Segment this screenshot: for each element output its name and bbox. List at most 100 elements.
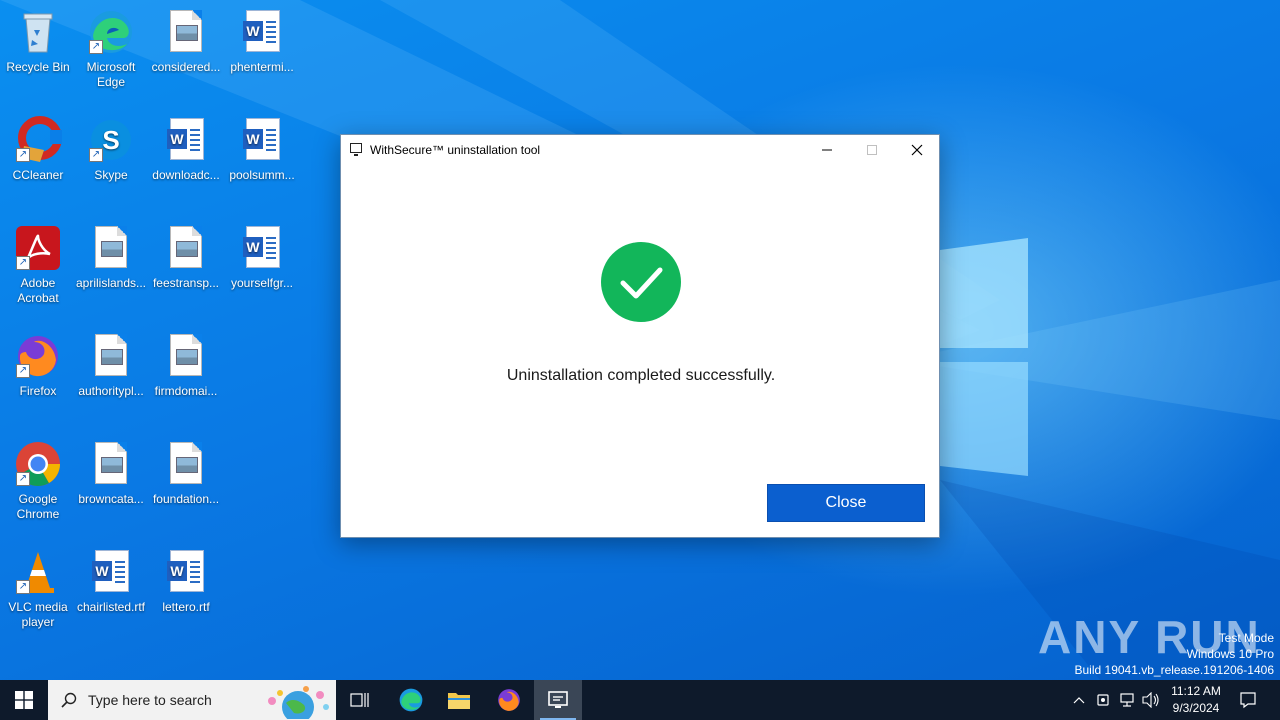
taskbar-withsecure-tool[interactable]	[534, 680, 582, 720]
shortcut-arrow-icon: ↗	[16, 580, 30, 594]
desktop-icon-microsoft-edge[interactable]: ↗ Microsoft Edge	[73, 8, 149, 90]
desktop-icon-word-file[interactable]: W lettero.rtf	[148, 548, 224, 615]
shortcut-arrow-icon: ↗	[16, 256, 30, 270]
edge-icon: ↗	[87, 8, 135, 56]
desktop-icon-firefox[interactable]: ↗ Firefox	[0, 332, 76, 399]
ccleaner-icon: ↗	[14, 116, 62, 164]
search-placeholder: Type here to search	[88, 692, 212, 708]
desktop-icon-label: chairlisted.rtf	[76, 600, 146, 614]
title-close-button[interactable]	[894, 135, 939, 164]
watermark-line: Windows 10 Pro	[1186, 647, 1274, 661]
minimize-icon	[821, 149, 832, 150]
image-file-icon	[87, 332, 135, 380]
show-hidden-icons-button[interactable]	[1068, 680, 1090, 720]
desktop-icon-word-file[interactable]: W downloadc...	[148, 116, 224, 183]
notification-icon	[1240, 692, 1256, 709]
desktop-icon-label: Google Chrome	[16, 492, 60, 521]
desktop-icon-vlc-media-player[interactable]: ↗ VLC media player	[0, 548, 76, 630]
start-button[interactable]	[0, 680, 48, 720]
desktop-icon-ccleaner[interactable]: ↗ CCleaner	[0, 116, 76, 183]
desktop-icon-word-file[interactable]: W poolsumm...	[224, 116, 300, 183]
windows-start-icon	[15, 691, 33, 709]
close-button[interactable]: Close	[767, 484, 925, 522]
firefox-icon: ↗	[14, 332, 62, 380]
maximize-button	[849, 135, 894, 164]
success-checkmark-icon	[601, 242, 681, 322]
word-document-icon: W	[238, 224, 286, 272]
desktop-icon-label: downloadc...	[152, 168, 220, 182]
desktop-icon-label: poolsumm...	[229, 168, 295, 182]
task-view-button[interactable]	[336, 680, 384, 720]
chevron-up-icon	[1073, 697, 1085, 704]
desktop-icon-adobe-acrobat[interactable]: ↗ Adobe Acrobat	[0, 224, 76, 306]
task-view-icon	[350, 693, 369, 707]
image-file-icon	[87, 224, 135, 272]
vlc-cone-icon: ↗	[14, 548, 62, 596]
status-message: Uninstallation completed successfully.	[506, 367, 776, 384]
desktop-icon-label: phentermi...	[230, 60, 294, 74]
desktop-icon-word-file[interactable]: W yourselfgr...	[224, 224, 300, 291]
word-document-icon: W	[238, 116, 286, 164]
speaker-icon	[1142, 692, 1159, 708]
desktop-icon-label: firmdomai...	[154, 384, 218, 398]
google-chrome-icon: ↗	[14, 440, 62, 488]
uninstall-dialog: WithSecure™ uninstallation tool Uninstal…	[340, 134, 940, 538]
firefox-icon	[498, 689, 520, 711]
desktop-icon-label: aprilislands...	[75, 276, 147, 290]
shortcut-arrow-icon: ↗	[16, 148, 30, 162]
desktop-icon-label: foundation...	[152, 492, 220, 506]
word-document-icon: W	[87, 548, 135, 596]
desktop-icon-label: considered...	[151, 60, 221, 74]
action-center-button[interactable]	[1232, 680, 1264, 720]
dialog-titlebar[interactable]: WithSecure™ uninstallation tool	[341, 135, 939, 164]
folder-icon	[448, 693, 470, 709]
network-icon	[1120, 693, 1134, 707]
minimize-button[interactable]	[804, 135, 849, 164]
desktop-icon-label: CCleaner	[12, 168, 64, 182]
tray-device-button[interactable]	[1092, 680, 1114, 720]
taskbar-edge[interactable]	[387, 680, 435, 720]
volume-button[interactable]	[1140, 680, 1162, 720]
desktop-icon-label: Microsoft Edge	[86, 60, 136, 89]
taskbar-firefox[interactable]	[485, 680, 533, 720]
search-highlight-globe-icon	[268, 686, 329, 719]
app-monitor-icon	[350, 143, 362, 156]
desktop-icon-image-file[interactable]: foundation...	[148, 440, 224, 507]
desktop-icon-label: feestransp...	[152, 276, 220, 290]
desktop-icon-label: Recycle Bin	[6, 60, 70, 74]
taskbar-file-explorer[interactable]	[435, 680, 483, 720]
desktop-icon-image-file[interactable]: authoritypl...	[73, 332, 149, 399]
shortcut-arrow-icon: ↗	[16, 472, 30, 486]
desktop-icon-image-file[interactable]: browncata...	[73, 440, 149, 507]
desktop-icon-label: Adobe Acrobat	[17, 276, 59, 305]
desktop-icon-image-file[interactable]: firmdomai...	[148, 332, 224, 399]
desktop-icon-image-file[interactable]: considered...	[148, 8, 224, 75]
clock-time: 11:12 AM	[1171, 684, 1221, 698]
taskbar-clock[interactable]: 11:12 AM 9/3/2024	[1166, 683, 1226, 717]
desktop-icon-image-file[interactable]: aprilislands...	[73, 224, 149, 291]
desktop-icon-word-file[interactable]: W phentermi...	[224, 8, 300, 75]
app-monitor-icon	[548, 691, 568, 708]
desktop-icon-label: Skype	[94, 168, 128, 182]
skype-icon: S ↗	[87, 116, 135, 164]
device-icon	[1097, 694, 1109, 706]
image-file-icon	[87, 440, 135, 488]
image-file-icon	[162, 440, 210, 488]
desktop-icon-recycle-bin[interactable]: Recycle Bin	[0, 8, 76, 75]
taskbar-search-box[interactable]: Type here to search	[48, 680, 336, 720]
desktop-icon-word-file[interactable]: W chairlisted.rtf	[73, 548, 149, 615]
clock-date: 9/3/2024	[1172, 701, 1220, 715]
shortcut-arrow-icon: ↗	[89, 148, 103, 162]
image-file-icon	[162, 332, 210, 380]
desktop-icon-google-chrome[interactable]: ↗ Google Chrome	[0, 440, 76, 522]
desktop-icon-image-file[interactable]: feestransp...	[148, 224, 224, 291]
network-button[interactable]	[1116, 680, 1138, 720]
taskbar: Type here to search 11:12 AM 9/3/2024	[0, 680, 1280, 720]
desktop-icon-skype[interactable]: S ↗ Skype	[73, 116, 149, 183]
word-document-icon: W	[238, 8, 286, 56]
shortcut-arrow-icon: ↗	[16, 364, 30, 378]
shortcut-arrow-icon: ↗	[89, 40, 103, 54]
desktop-icon-label: yourselfgr...	[230, 276, 294, 290]
desktop-icon-label: browncata...	[78, 492, 144, 506]
recycle-bin-icon	[14, 8, 62, 56]
